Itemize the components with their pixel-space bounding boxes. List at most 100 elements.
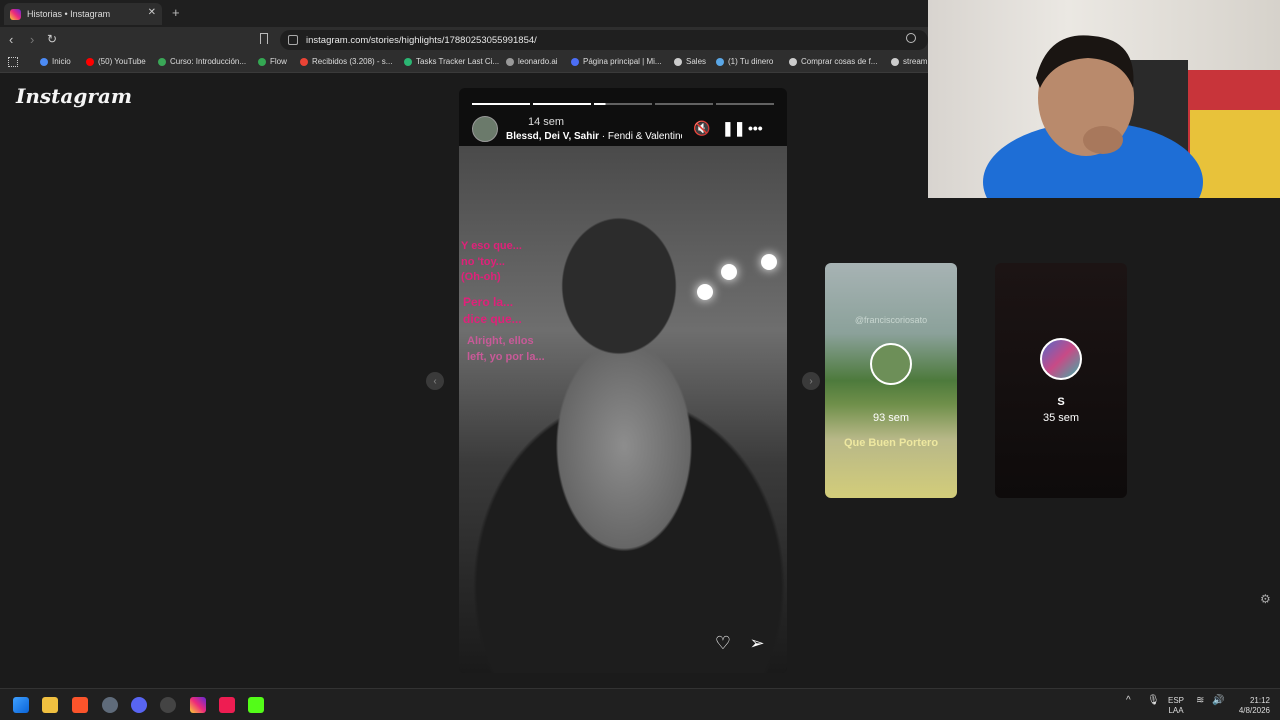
tiktok-icon[interactable]	[219, 697, 235, 713]
bookmark-item[interactable]: leonardo.ai	[506, 57, 558, 66]
bookmark-label: Página principal | Mi...	[583, 57, 662, 66]
microphone-icon[interactable]: 🎙	[1147, 696, 1160, 706]
settings-icon[interactable]	[102, 697, 118, 713]
app-icon[interactable]	[160, 697, 176, 713]
tab-title: Historias • Instagram	[27, 9, 111, 19]
bookmark-label: Flow	[270, 57, 287, 66]
clock[interactable]: 21:12 4/8/2026	[1232, 696, 1270, 716]
preview-avatar	[1040, 338, 1082, 380]
discord-icon[interactable]	[131, 697, 147, 713]
bookmark-favicon-icon	[300, 57, 308, 66]
story-header: 14 sem Blessd, Dei V, Sahir · Fendi & Va…	[472, 116, 774, 146]
send-icon[interactable]: ➢	[747, 633, 767, 653]
bookmark-item[interactable]: stream	[891, 57, 927, 66]
ceiling-light	[761, 254, 777, 270]
bookmark-label: leonardo.ai	[518, 57, 558, 66]
bookmark-item[interactable]: Tasks Tracker Last Ci...	[404, 57, 499, 66]
bookmark-icon[interactable]	[260, 33, 268, 44]
story-music[interactable]: Blessd, Dei V, Sahir · Fendi & Valentino	[506, 131, 682, 142]
instagram-logo[interactable]: Instagram	[16, 84, 132, 108]
bookmark-favicon-icon	[789, 57, 797, 66]
preview-time: 93 sem	[872, 412, 910, 424]
back-arrow-icon[interactable]: ‹	[9, 32, 13, 47]
wifi-icon[interactable]: ≋	[1196, 696, 1204, 706]
clock-date: 4/8/2026	[1238, 706, 1270, 715]
bookmark-item[interactable]: Comprar cosas de f...	[789, 57, 877, 66]
clock-time: 21:12	[1249, 696, 1270, 705]
reload-icon[interactable]: ↻	[47, 32, 57, 46]
heart-icon[interactable]: ♡	[713, 633, 733, 653]
bookmark-favicon-icon	[571, 57, 579, 66]
volume-icon[interactable]: 🔊	[1212, 696, 1224, 706]
bookmark-label: Tasks Tracker Last Ci...	[416, 57, 500, 66]
brave-browser-icon[interactable]	[72, 697, 88, 713]
lyric-line: dice que...	[463, 312, 522, 326]
lyric-line: (Oh-oh)	[461, 271, 501, 283]
apps-grid-icon[interactable]	[8, 57, 18, 67]
story-avatar[interactable]	[472, 116, 498, 142]
bookmark-label: Inicio	[52, 57, 71, 66]
progress-segment	[472, 103, 530, 105]
progress-segment	[716, 103, 774, 105]
preview-caption: Que Buen Portero	[843, 437, 939, 449]
progress-segment	[655, 103, 713, 105]
lyric-line: Alright, ellos	[467, 335, 534, 347]
bookmark-item[interactable]: (1) Tu dinero	[716, 57, 773, 66]
bookmark-item[interactable]: (50) YouTube	[86, 57, 146, 66]
ceiling-light	[721, 264, 737, 280]
instagram-app-icon[interactable]	[190, 697, 206, 713]
next-story-arrow-icon[interactable]: ›	[802, 372, 820, 390]
bookmark-label: (1) Tu dinero	[728, 57, 774, 66]
music-song: · Fendi & Valentino	[599, 131, 682, 142]
pause-icon[interactable]: ❚❚	[722, 120, 745, 137]
bookmark-item[interactable]: Curso: Introducción...	[158, 57, 246, 66]
preview-avatar	[870, 343, 912, 385]
windows-start-icon[interactable]	[13, 697, 29, 713]
zoom-icon[interactable]	[906, 33, 916, 43]
bookmark-favicon-icon	[506, 57, 514, 66]
language-bottom: LAA	[1168, 706, 1184, 715]
new-tab-button[interactable]: +	[172, 5, 180, 20]
mute-icon[interactable]: 🔇	[693, 120, 710, 137]
bookmark-favicon-icon	[404, 57, 412, 66]
music-artists: Blessd, Dei V, Sahir	[506, 131, 600, 142]
more-options-icon[interactable]: •••	[748, 120, 763, 136]
story-progress	[472, 103, 774, 105]
lyric-line: Y eso que...	[461, 240, 522, 252]
settings-gear-icon[interactable]: ⚙	[1260, 592, 1271, 606]
url-text: instagram.com/stories/highlights/1788025…	[306, 34, 537, 46]
story-viewer[interactable]: 14 sem Blessd, Dei V, Sahir · Fendi & Va…	[459, 88, 787, 673]
bookmark-favicon-icon	[674, 57, 682, 66]
forward-arrow-icon[interactable]: ›	[30, 32, 34, 47]
story-preview[interactable]: S 35 sem	[995, 263, 1127, 498]
language-indicator[interactable]: ESP LAA	[1168, 696, 1184, 716]
bookmark-item[interactable]: Flow	[258, 57, 287, 66]
bookmark-favicon-icon	[716, 57, 724, 66]
bookmark-item[interactable]: Sales	[674, 57, 706, 66]
preview-watermark: @franciscoriosato	[854, 315, 928, 325]
story-preview[interactable]: @franciscoriosato 93 sem Que Buen Porter…	[825, 263, 957, 498]
tab-instagram-stories[interactable]: Historias • Instagram ✕	[4, 3, 162, 25]
site-info-icon[interactable]	[288, 35, 298, 45]
story-photo	[459, 146, 787, 673]
preview-name: S	[1057, 396, 1065, 408]
previous-story-arrow-icon[interactable]: ‹	[426, 372, 444, 390]
bookmark-label: Recibidos (3.208) - s...	[312, 57, 393, 66]
url-field[interactable]: instagram.com/stories/highlights/1788025…	[280, 30, 928, 50]
tray-chevron-icon[interactable]: ^	[1126, 696, 1131, 706]
progress-segment	[533, 103, 591, 105]
bookmark-label: (50) YouTube	[98, 57, 146, 66]
close-tab-icon[interactable]: ✕	[148, 7, 156, 18]
lyric-line: Pero la...	[463, 295, 514, 309]
file-explorer-icon[interactable]	[42, 697, 58, 713]
bookmark-item[interactable]: Recibidos (3.208) - s...	[300, 57, 392, 66]
kick-icon[interactable]	[248, 697, 264, 713]
bookmark-label: Curso: Introducción...	[170, 57, 247, 66]
bookmark-item[interactable]: Inicio	[40, 57, 71, 66]
language-top: ESP	[1168, 696, 1185, 705]
instagram-favicon-icon	[10, 8, 21, 20]
bookmark-item[interactable]: Página principal | Mi...	[571, 57, 662, 66]
bookmark-favicon-icon	[86, 57, 94, 66]
story-actions: ♡ ➢	[713, 633, 767, 653]
bookmark-label: Sales	[686, 57, 707, 66]
